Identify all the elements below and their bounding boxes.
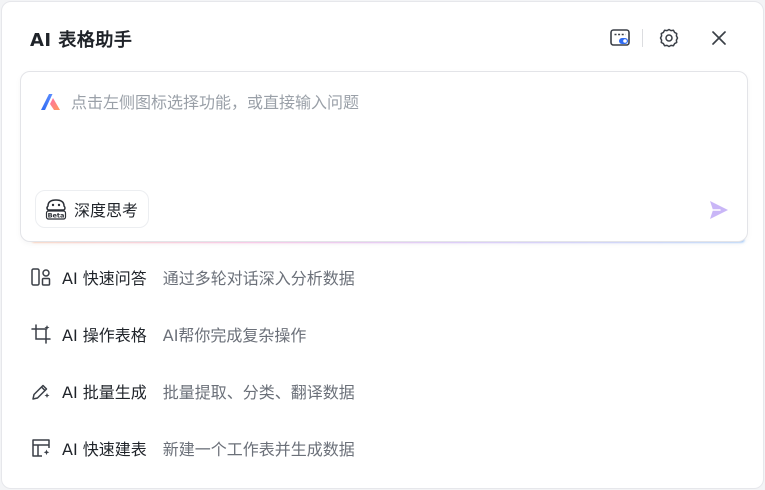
header-divider [642, 29, 643, 47]
crop-icon [30, 323, 52, 345]
feature-item-operate-table[interactable]: AI 操作表格 AI帮你完成复杂操作 [30, 316, 730, 352]
send-icon[interactable] [707, 198, 731, 222]
feature-name: AI 快速问答 [62, 269, 147, 288]
deep-think-icon: Beta [45, 199, 67, 220]
gear-icon[interactable] [657, 26, 681, 50]
panel-toggle-icon[interactable] [608, 26, 632, 50]
feature-desc: AI帮你完成复杂操作 [162, 326, 307, 345]
panel-title: AI 表格助手 [30, 30, 133, 51]
deep-think-badge: Beta [48, 212, 65, 220]
feature-name: AI 批量生成 [62, 383, 147, 402]
ai-assistant-panel: AI 表格助手 点击左侧图标选择功能，或直接输入问题 Beta 深度思考 AI … [1, 1, 764, 489]
pen-sparkle-icon [30, 380, 52, 402]
feature-name: AI 快速建表 [62, 440, 147, 459]
feature-desc: 通过多轮对话深入分析数据 [162, 269, 355, 288]
table-sparkle-icon [30, 437, 52, 459]
deep-think-label: 深度思考 [74, 201, 139, 220]
qa-icon [30, 266, 52, 288]
prompt-input[interactable] [71, 90, 711, 114]
panel-header: AI 表格助手 [2, 2, 763, 74]
prompt-card: Beta 深度思考 [20, 71, 748, 242]
feature-desc: 批量提取、分类、翻译数据 [162, 383, 355, 402]
feature-item-quick-create-table[interactable]: AI 快速建表 新建一个工作表并生成数据 [30, 430, 730, 466]
feature-item-quick-qa[interactable]: AI 快速问答 通过多轮对话深入分析数据 [30, 259, 730, 295]
deep-think-button[interactable]: Beta 深度思考 [35, 190, 150, 228]
ai-logo-icon [40, 92, 62, 112]
feature-desc: 新建一个工作表并生成数据 [162, 440, 355, 459]
feature-item-batch-generate[interactable]: AI 批量生成 批量提取、分类、翻译数据 [30, 373, 730, 409]
close-icon[interactable] [707, 26, 731, 50]
feature-name: AI 操作表格 [62, 326, 147, 345]
